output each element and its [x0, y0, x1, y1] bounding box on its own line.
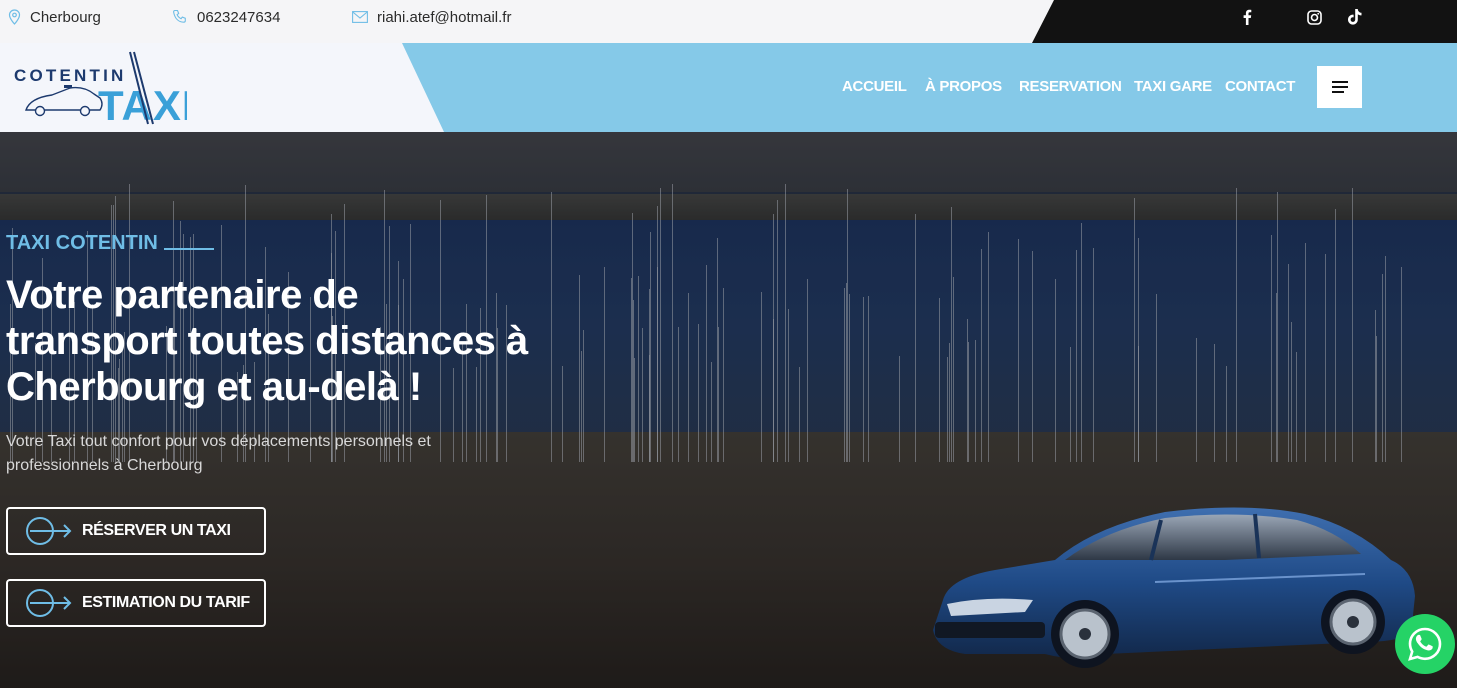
- map-pin-icon: [8, 9, 21, 25]
- instagram-icon[interactable]: [1305, 8, 1323, 26]
- nav-a-propos[interactable]: À PROPOS: [925, 78, 1002, 95]
- tiktok-icon[interactable]: [1346, 8, 1364, 26]
- hero-section: TAXI COTENTIN Votre partenaire de transp…: [0, 132, 1457, 688]
- email-info[interactable]: riahi.atef@hotmail.fr: [352, 0, 511, 34]
- hero-tagline: TAXI COTENTIN: [6, 232, 214, 255]
- hero-title: Votre partenaire de transport toutes dis…: [6, 272, 586, 410]
- estimate-fare-label: ESTIMATION DU TARIF: [82, 594, 250, 611]
- menu-button[interactable]: [1317, 66, 1362, 108]
- facebook-icon[interactable]: [1238, 8, 1256, 26]
- location-info: Cherbourg: [8, 0, 101, 34]
- phone-icon: [173, 9, 186, 23]
- hero-subtitle-line1: Votre Taxi tout confort pour vos déplace…: [6, 433, 431, 450]
- nav-contact[interactable]: CONTACT: [1225, 78, 1295, 95]
- hero-subtitle-line2: professionnels à Cherbourg: [6, 457, 203, 474]
- whatsapp-icon: [1408, 627, 1442, 661]
- nav-reservation[interactable]: RESERVATION: [1019, 78, 1122, 95]
- reserve-taxi-label: RÉSERVER UN TAXI: [82, 522, 231, 539]
- arrow-circle-icon: [26, 517, 72, 545]
- hero-title-line1: Votre partenaire de: [6, 273, 359, 317]
- estimate-fare-button[interactable]: ESTIMATION DU TARIF: [6, 579, 266, 627]
- hamburger-icon: [1331, 81, 1348, 93]
- nav-accueil[interactable]: ACCUEIL: [842, 78, 907, 95]
- email-text: riahi.atef@hotmail.fr: [377, 8, 512, 26]
- tagline-underline: [163, 247, 214, 250]
- whatsapp-button[interactable]: [1395, 614, 1455, 674]
- hero-title-line3: Cherbourg et au-delà !: [6, 365, 422, 409]
- arrow-circle-icon: [26, 589, 72, 617]
- hero-tagline-text: TAXI COTENTIN: [6, 232, 158, 254]
- nav-taxi-gare[interactable]: TAXI GARE: [1134, 78, 1212, 95]
- cotentin-taxi-logo[interactable]: COTENTIN TAXI: [12, 48, 187, 126]
- phone-text: 0623247634: [197, 8, 281, 26]
- reserve-taxi-button[interactable]: RÉSERVER UN TAXI: [6, 507, 266, 555]
- hero-title-line2: transport toutes distances à: [6, 319, 528, 363]
- location-text: Cherbourg: [30, 8, 101, 26]
- phone-info[interactable]: 0623247634: [172, 0, 280, 34]
- hero-subtitle: Votre Taxi tout confort pour vos déplace…: [6, 430, 486, 478]
- taxi-car-image: [933, 507, 1415, 668]
- mail-icon: [352, 11, 368, 23]
